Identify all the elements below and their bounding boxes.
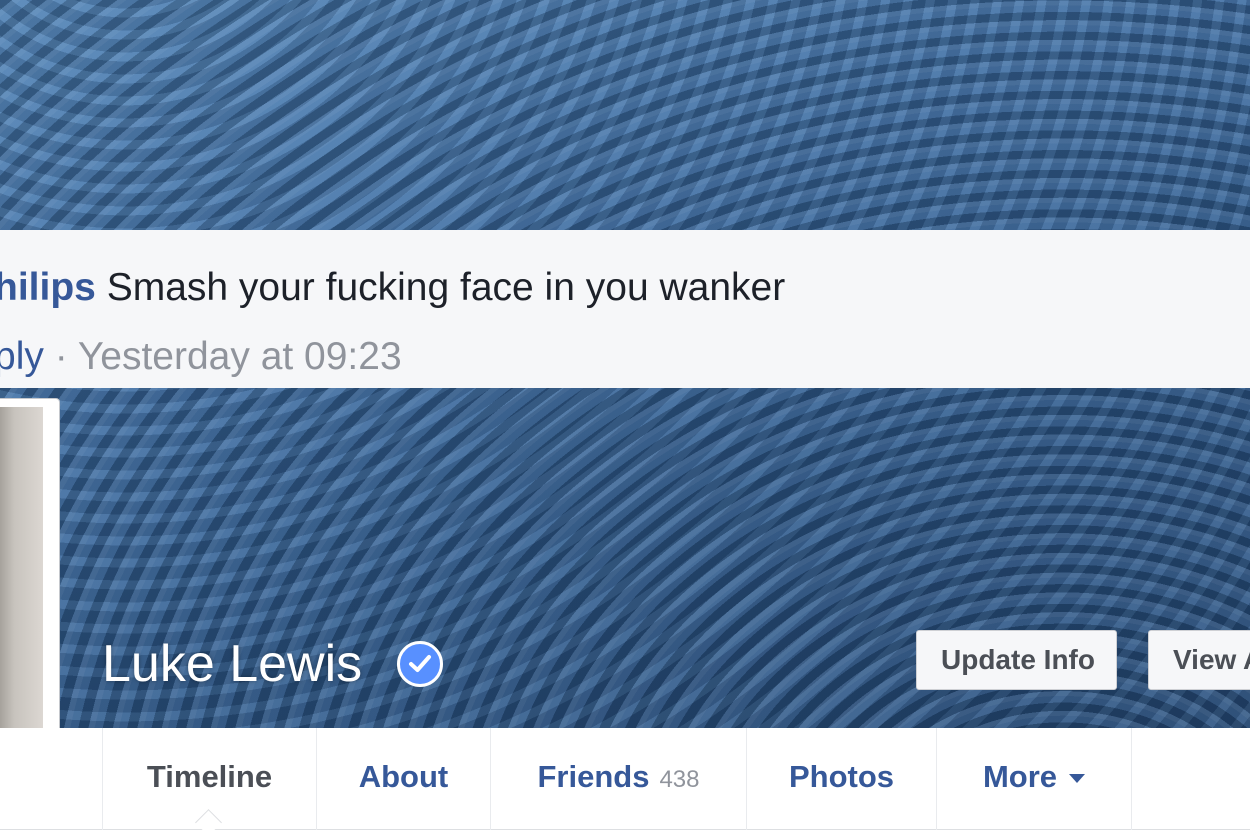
update-info-button[interactable]: Update Info — [916, 630, 1117, 690]
tab-label: Timeline — [146, 759, 273, 794]
tab-label: Photos — [788, 759, 895, 794]
chevron-down-icon — [1069, 774, 1086, 784]
comment-text: Smash your fucking face in you wanker — [106, 266, 786, 309]
profile-name[interactable]: Luke Lewis — [102, 634, 362, 694]
comment-meta: ply · Yesterday at 09:23 — [0, 335, 402, 379]
meta-separator: · — [54, 335, 68, 378]
tab-label: More — [982, 759, 1058, 794]
tab-photos[interactable]: Photos — [746, 728, 936, 830]
comment-author-link[interactable]: hilips — [0, 266, 96, 309]
comment-line: hilips Smash your fucking face in you wa… — [0, 266, 785, 310]
reply-link[interactable]: ply — [0, 335, 44, 378]
tab-more[interactable]: More — [936, 728, 1132, 830]
tab-friends[interactable]: Friends 438 — [490, 728, 746, 830]
view-activity-button[interactable]: View A — [1148, 630, 1250, 690]
tab-about[interactable]: About — [316, 728, 490, 830]
avatar — [0, 407, 43, 777]
tab-label: About — [358, 759, 449, 794]
comment-timestamp[interactable]: Yesterday at 09:23 — [78, 335, 402, 378]
tab-label: Friends — [537, 759, 650, 794]
verified-badge-icon — [397, 641, 443, 687]
friends-count: 438 — [659, 766, 700, 793]
